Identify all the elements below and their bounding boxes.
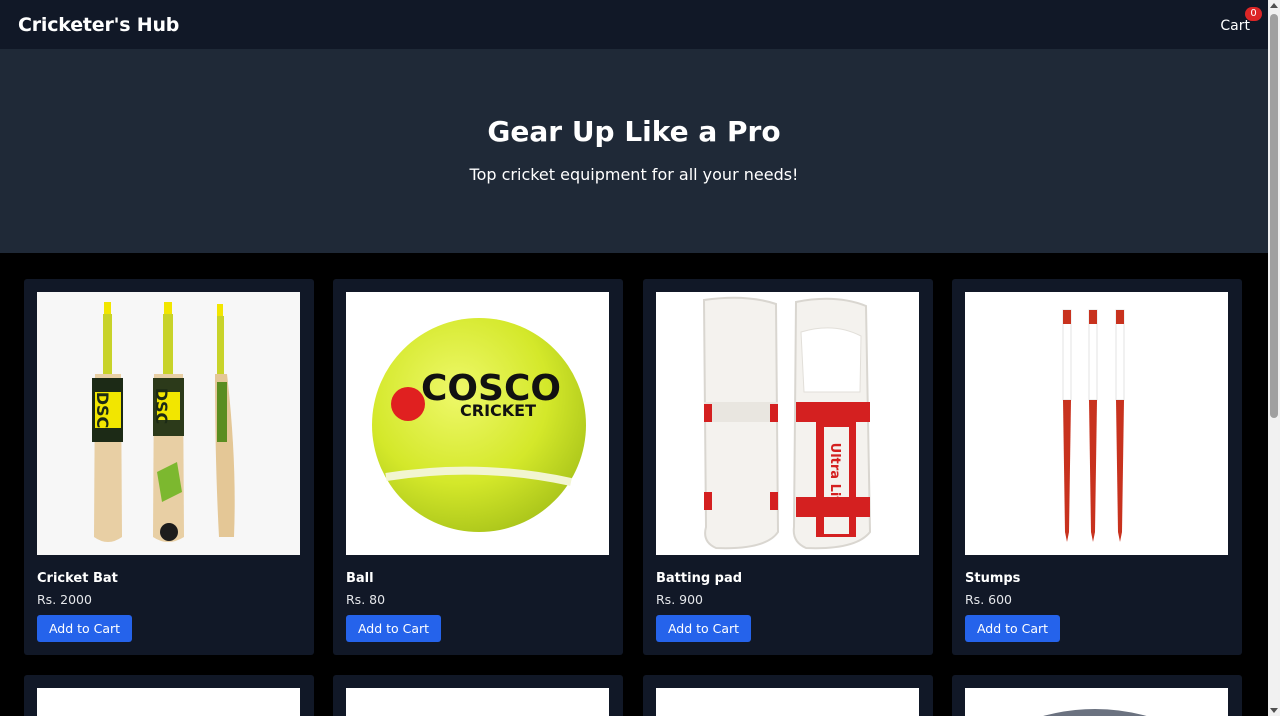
- svg-text:DSC: DSC: [93, 392, 112, 429]
- product-card-partial: [952, 675, 1242, 716]
- tennis-ball-image: COSCO CRICKET: [346, 292, 609, 555]
- scroll-up-arrow-icon[interactable]: [1270, 3, 1278, 8]
- product-card: COSCO CRICKET Ball Rs. 80 Add to Cart: [333, 279, 623, 655]
- product-image-partial: [37, 688, 300, 716]
- cart-count-badge: 0: [1245, 6, 1262, 21]
- add-to-cart-button[interactable]: Add to Cart: [656, 615, 751, 642]
- product-image-partial: [656, 688, 919, 716]
- brand-logo-text[interactable]: Cricketer's Hub: [18, 14, 179, 36]
- product-image-partial: [346, 688, 609, 716]
- add-to-cart-button[interactable]: Add to Cart: [346, 615, 441, 642]
- stumps-image: [965, 292, 1228, 555]
- add-to-cart-button[interactable]: Add to Cart: [965, 615, 1060, 642]
- product-name: Ball: [346, 571, 374, 586]
- product-card: Stumps Rs. 600 Add to Cart: [952, 279, 1242, 655]
- product-card: Ultra Lite Batting pad Rs. 900 Add to Ca…: [643, 279, 933, 655]
- product-card-partial: [24, 675, 314, 716]
- hero-banner: Gear Up Like a Pro Top cricket equipment…: [0, 49, 1268, 253]
- product-name: Cricket Bat: [37, 571, 118, 586]
- page-scrollbar[interactable]: [1268, 0, 1280, 716]
- svg-text:DSC: DSC: [152, 388, 171, 425]
- product-price: Rs. 900: [656, 592, 704, 607]
- product-price: Rs. 2000: [37, 592, 92, 607]
- product-image-partial: [965, 688, 1228, 716]
- product-card: DSC DSC Cricket Bat Rs. 2000 Add to Cart: [24, 279, 314, 655]
- batting-pad-image: Ultra Lite: [656, 292, 919, 555]
- cart-button[interactable]: Cart 0: [1220, 6, 1262, 34]
- hero-title: Gear Up Like a Pro: [487, 115, 781, 148]
- product-card-partial: [333, 675, 623, 716]
- scrollbar-thumb[interactable]: [1270, 14, 1278, 418]
- product-card-partial: [643, 675, 933, 716]
- cart-label: Cart: [1220, 17, 1250, 34]
- navbar: Cricketer's Hub Cart 0: [0, 0, 1268, 49]
- svg-text:CRICKET: CRICKET: [460, 401, 536, 420]
- product-price: Rs. 80: [346, 592, 386, 607]
- hero-subtitle: Top cricket equipment for all your needs…: [469, 165, 799, 184]
- scroll-down-arrow-icon[interactable]: [1270, 708, 1278, 713]
- add-to-cart-button[interactable]: Add to Cart: [37, 615, 132, 642]
- product-price: Rs. 600: [965, 592, 1013, 607]
- cricket-bat-image: DSC DSC: [37, 292, 300, 555]
- product-name: Stumps: [965, 571, 1021, 586]
- product-name: Batting pad: [656, 571, 743, 586]
